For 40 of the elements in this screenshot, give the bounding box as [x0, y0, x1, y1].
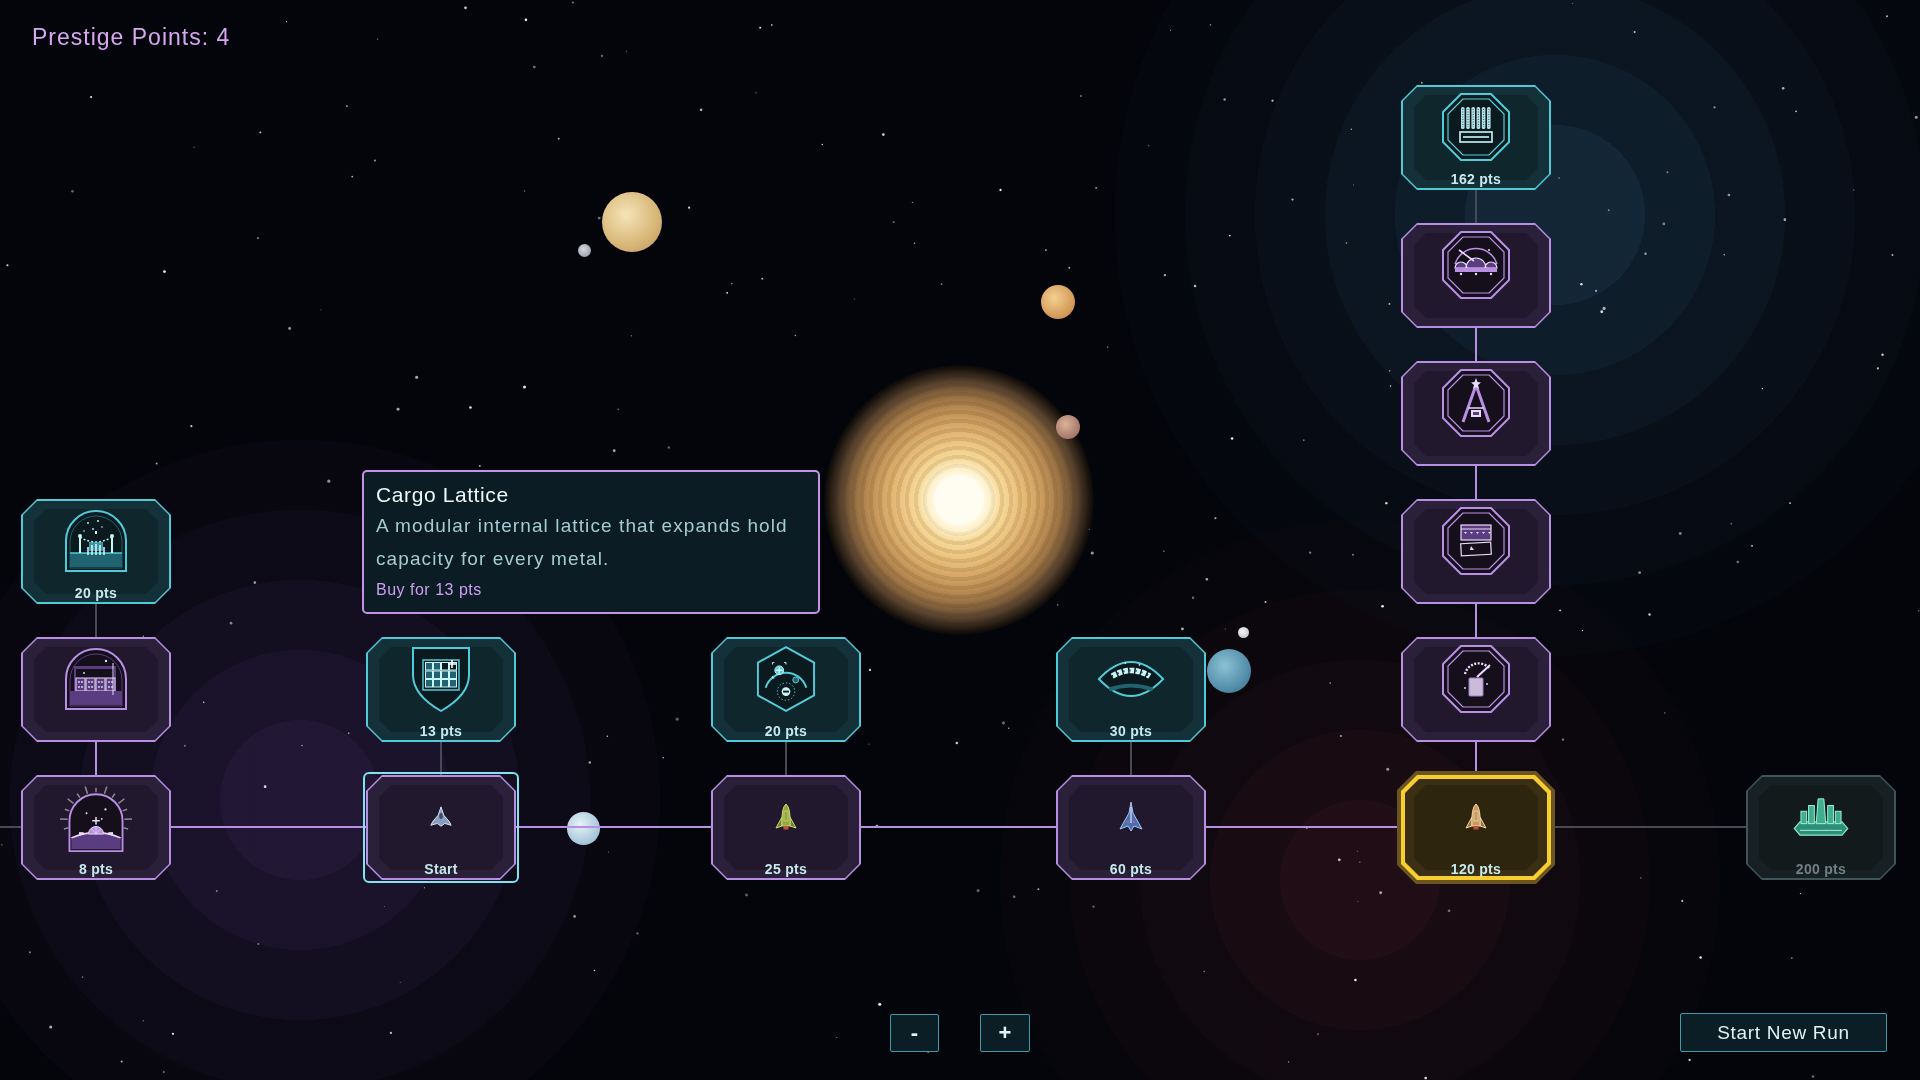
connector-line — [95, 604, 97, 637]
tooltip-title: Cargo Lattice — [376, 482, 510, 508]
connector-line — [1130, 742, 1132, 775]
battleship-icon — [1792, 796, 1850, 838]
planet — [602, 192, 662, 252]
tooltip-description: A modular internal lattice that expands hold capacity for every metal. — [376, 514, 789, 571]
start-new-run-button[interactable]: Start New Run — [1680, 1013, 1887, 1052]
planet — [1056, 415, 1080, 439]
skill-node[interactable]: Start — [363, 772, 519, 883]
dome-fountain-icon — [62, 509, 130, 573]
jet-icon — [1118, 801, 1144, 833]
skill-node[interactable] — [21, 637, 171, 742]
connector-line — [1475, 328, 1477, 361]
skill-node[interactable] — [1401, 361, 1551, 466]
skill-node[interactable] — [1401, 637, 1551, 742]
skill-node[interactable]: 120 pts — [1397, 771, 1555, 884]
connector-line — [785, 742, 787, 775]
connector-line — [1475, 190, 1477, 223]
rocket-icon — [1464, 802, 1488, 832]
connector-line — [1475, 604, 1477, 637]
connector-line — [95, 742, 97, 775]
hexagon-orbit-icon — [756, 645, 816, 713]
planet — [567, 812, 600, 845]
planet — [1207, 649, 1251, 693]
dome-cabinet-icon — [62, 647, 130, 711]
connector-line — [440, 742, 442, 775]
tooltip-price: Buy for 13 pts — [376, 580, 483, 600]
connector-line — [1475, 466, 1477, 499]
connector-line — [0, 826, 21, 828]
starship-icon — [429, 805, 453, 829]
moon — [578, 244, 591, 257]
planet — [1041, 285, 1075, 319]
zoom-out-button[interactable]: - — [890, 1013, 939, 1052]
moon — [1238, 627, 1249, 638]
skill-node[interactable] — [1401, 499, 1551, 604]
zoom-in-button[interactable]: + — [980, 1013, 1030, 1052]
shield-grid-icon — [409, 645, 473, 713]
prestige-points: Prestige Points: 4 — [32, 24, 231, 51]
rocket-icon — [774, 802, 798, 832]
skill-node[interactable] — [1401, 223, 1551, 328]
